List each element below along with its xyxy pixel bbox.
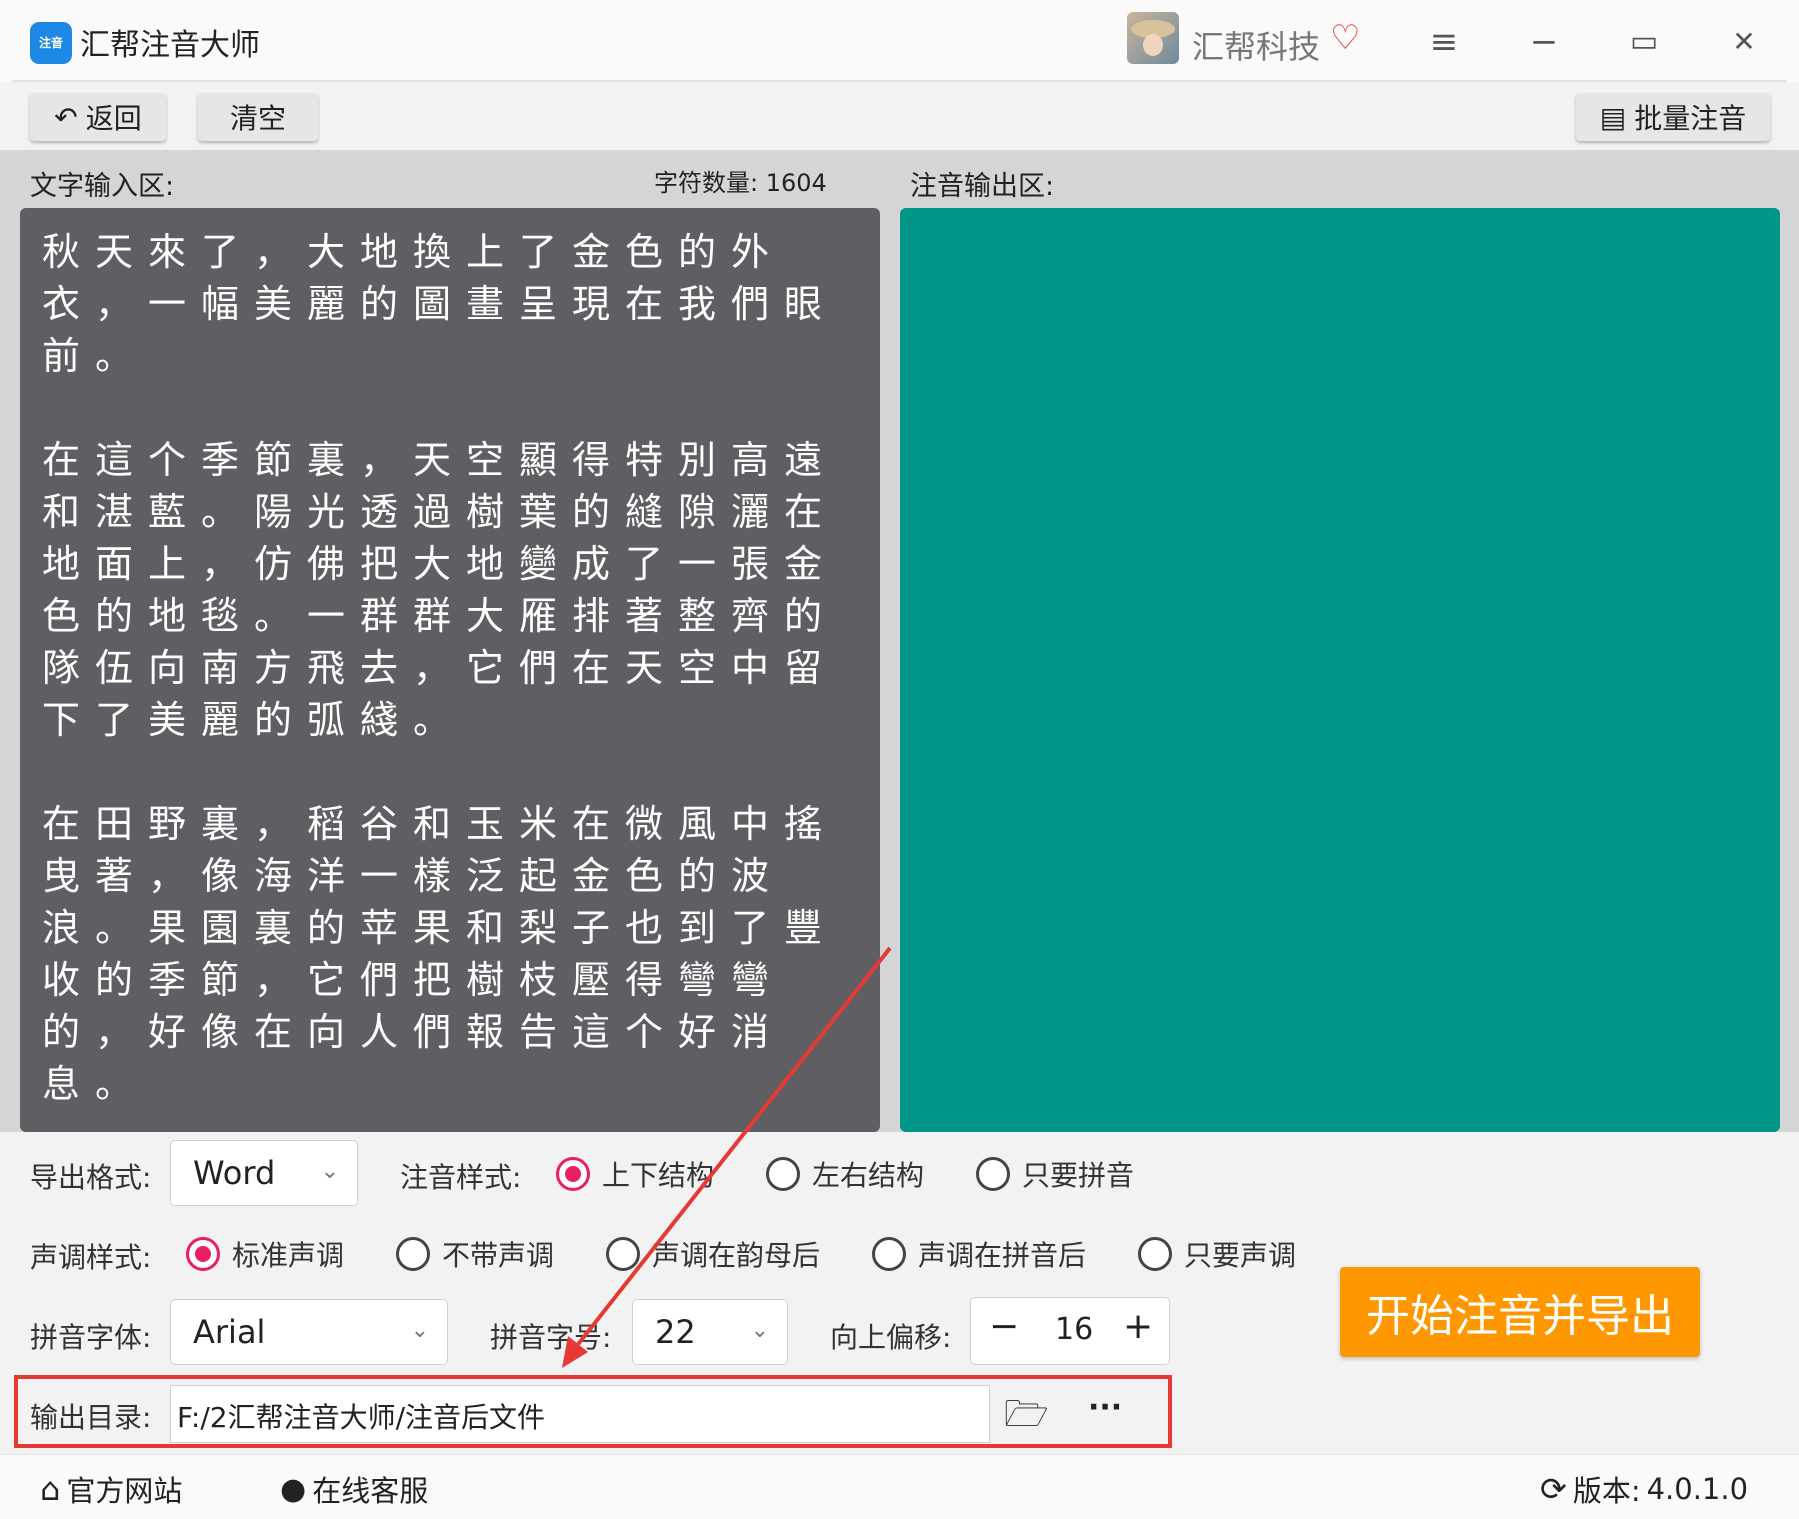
arrow-head xyxy=(562,1336,588,1368)
home-icon: ⌂ xyxy=(40,1470,61,1508)
online-service-link[interactable]: ● 在线客服 xyxy=(280,1468,428,1510)
version-label: 版本: xyxy=(1572,1474,1641,1508)
footer xyxy=(0,1454,1799,1519)
refresh-icon: ⟳ xyxy=(1540,1470,1567,1508)
arrow-line xyxy=(570,946,892,1354)
website-link[interactable]: ⌂ 官方网站 xyxy=(40,1468,182,1510)
version-value: 4.0.1.0 xyxy=(1646,1472,1749,1506)
website-label: 官方网站 xyxy=(66,1474,183,1508)
version-info[interactable]: ⟳ 版本: 4.0.1.0 xyxy=(1540,1468,1748,1510)
user-service-icon: ● xyxy=(280,1471,307,1507)
annotation-arrow xyxy=(562,946,892,1368)
service-label: 在线客服 xyxy=(312,1474,429,1508)
